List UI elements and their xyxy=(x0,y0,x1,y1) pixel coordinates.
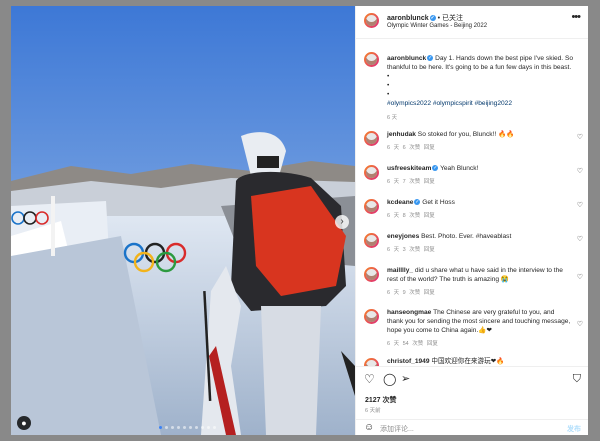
comment-likes[interactable]: 7 次赞 xyxy=(403,179,421,185)
add-comment-bar: ☺ 添加评论... 发布 xyxy=(356,419,588,435)
comment-username[interactable]: eneyjones xyxy=(387,233,419,240)
comment: hanseongmae The Chinese are very gratefu… xyxy=(356,308,588,354)
comment-time: 6 天 xyxy=(387,213,400,219)
reply-button[interactable]: 回复 xyxy=(427,341,438,347)
caption-bullet: • xyxy=(387,73,390,80)
reply-button[interactable]: 回复 xyxy=(424,179,435,185)
verified-badge-icon: ✓ xyxy=(429,15,436,22)
post-sidebar: aaronblunck ✓ • 已关注 Olympic Winter Games -… xyxy=(355,6,588,435)
avatar[interactable] xyxy=(364,199,379,214)
post-comment-button[interactable]: 发布 xyxy=(567,424,581,434)
post-caption: aaronblunck ✓ Day 1. Hands down the best … xyxy=(387,54,583,108)
verified-badge-icon: ✓ xyxy=(427,55,434,62)
reply-button[interactable]: 回复 xyxy=(424,247,435,253)
comment-username[interactable]: christof_1949 xyxy=(387,358,430,365)
follow-status[interactable]: • 已关注 xyxy=(438,15,463,22)
comment: kcdeane ✓ Get it Hoss 6 天 8 次赞 回复 ♡ xyxy=(356,198,588,230)
comment-username[interactable]: hanseongmae xyxy=(387,309,431,316)
avatar[interactable] xyxy=(364,13,379,28)
heart-icon[interactable]: ♡ xyxy=(577,201,583,209)
comment-text: Best. Photo. Ever. #haveablast xyxy=(421,233,512,240)
post-modal: › ● aaronblunck ✓ • 已关注 Olympic Winter Gam… xyxy=(11,6,588,435)
avatar[interactable] xyxy=(364,267,379,282)
comment-username[interactable]: jenhudak xyxy=(387,131,416,138)
avatar[interactable] xyxy=(364,131,379,146)
location-link[interactable]: Olympic Winter Games - Beijing 2022 xyxy=(387,23,487,29)
comment-time: 6 天 xyxy=(387,290,400,296)
reply-button[interactable]: 回复 xyxy=(424,213,435,219)
avatar[interactable] xyxy=(364,309,379,324)
verified-badge-icon: ✓ xyxy=(432,165,439,172)
likes-count[interactable]: 2127 次赞 xyxy=(365,395,397,405)
share-icon[interactable]: ➢ xyxy=(401,373,410,385)
comment-text: So stoked for you, Blunck!! 🔥🔥 xyxy=(417,131,515,138)
post-author[interactable]: aaronblunck ✓ • 已关注 xyxy=(387,13,463,23)
comment-likes[interactable]: 6 次赞 xyxy=(403,145,421,151)
caption-bullet: • xyxy=(387,91,390,98)
caption-bullet: • xyxy=(387,82,390,89)
comment-username[interactable]: mailllly_ xyxy=(387,267,413,274)
comment-text: Yeah Blunck! xyxy=(440,165,479,172)
comment-time: 6 天 xyxy=(387,145,400,151)
comment-likes[interactable]: 8 次赞 xyxy=(403,213,421,219)
comment-icon[interactable]: ◯ xyxy=(383,373,396,385)
comment-likes[interactable]: 3 次赞 xyxy=(403,247,421,253)
comment: mailllly_ did u share what u have said i… xyxy=(356,266,588,304)
avatar[interactable] xyxy=(364,358,379,366)
caption-hashtags[interactable]: #olympics2022 #olympicspirit #beijing202… xyxy=(387,100,512,107)
avatar[interactable] xyxy=(364,233,379,248)
comments-list[interactable]: aaronblunck ✓ Day 1. Hands down the best … xyxy=(356,39,588,366)
heart-icon[interactable]: ♡ xyxy=(577,320,583,328)
heart-icon[interactable]: ♡ xyxy=(577,273,583,281)
heart-icon[interactable]: ♡ xyxy=(577,235,583,243)
more-icon[interactable]: ••• xyxy=(571,11,581,23)
verified-badge-icon: ✓ xyxy=(414,199,421,206)
comment-username[interactable]: usfreeskiteam xyxy=(387,165,431,172)
avatar[interactable] xyxy=(364,52,379,67)
comment-username[interactable]: kcdeane xyxy=(387,199,413,206)
reply-button[interactable]: 回复 xyxy=(424,290,435,296)
comment: christof_1949 中国欢迎你在来游玩❤🔥 xyxy=(356,357,588,366)
post-actions: ♡ ◯ ➢ ⛉ 2127 次赞 6 天前 ☺ 添加评论... 发布 xyxy=(356,366,588,435)
caption-username[interactable]: aaronblunck xyxy=(387,55,426,62)
heart-icon[interactable]: ♡ xyxy=(577,133,583,141)
post-time: 6 天前 xyxy=(365,408,381,414)
comment-text: Get it Hoss xyxy=(422,199,455,206)
comment-text: 中国欢迎你在来游玩❤🔥 xyxy=(431,358,505,365)
olympic-halfpipe-photo xyxy=(11,6,355,435)
post-photo[interactable]: › ● xyxy=(11,6,355,435)
emoji-icon[interactable]: ☺ xyxy=(364,422,374,433)
comment-text: did u share what u have said in the inte… xyxy=(387,267,563,283)
comment-time: 6 天 xyxy=(387,179,400,185)
heart-icon[interactable]: ♡ xyxy=(364,373,375,385)
post-header: aaronblunck ✓ • 已关注 Olympic Winter Games -… xyxy=(356,6,588,39)
comment: eneyjones Best. Photo. Ever. #haveablast… xyxy=(356,232,588,264)
comment-time: 6 天 xyxy=(387,341,400,347)
caption-time: 6 天 xyxy=(387,115,398,121)
avatar[interactable] xyxy=(364,165,379,180)
comment-input[interactable]: 添加评论... xyxy=(380,424,414,434)
bookmark-icon[interactable]: ⛉ xyxy=(573,373,581,385)
comment-time: 6 天 xyxy=(387,247,400,253)
comment: jenhudak So stoked for you, Blunck!! 🔥🔥 … xyxy=(356,130,588,162)
comment: usfreeskiteam ✓ Yeah Blunck! 6 天 7 次赞 回复 … xyxy=(356,164,588,196)
comment-likes[interactable]: 54 次赞 xyxy=(403,341,424,347)
heart-icon[interactable]: ♡ xyxy=(577,167,583,175)
reply-button[interactable]: 回复 xyxy=(424,145,435,151)
chevron-right-icon[interactable]: › xyxy=(335,215,349,229)
carousel-indicator xyxy=(159,426,216,429)
comment-likes[interactable]: 9 次赞 xyxy=(403,290,421,296)
user-tag-icon[interactable]: ● xyxy=(17,416,31,430)
